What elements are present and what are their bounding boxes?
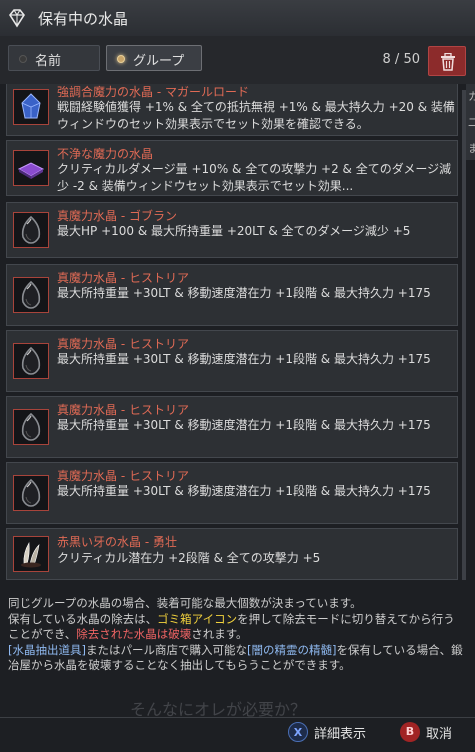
info-warning: 除去された水晶は破壊 bbox=[76, 627, 192, 641]
info-text-part: 保有している水晶の除去は、 bbox=[8, 611, 158, 626]
crystal-slot bbox=[13, 343, 49, 379]
tab-label: グループ bbox=[133, 54, 185, 69]
info-text: 同じグループの水晶の場合、装着可能な最大個数が決まっています。 保有している水晶… bbox=[8, 596, 464, 694]
info-line: 保有している水晶の除去は、ゴミ箱アイコンを押して除去モードに切り替えてから行うこ… bbox=[8, 612, 464, 643]
radio-dot-icon bbox=[117, 55, 125, 63]
cancel-label: 取消 bbox=[426, 727, 453, 742]
dark-crystal-icon bbox=[21, 346, 41, 375]
tab-label: 名前 bbox=[35, 54, 62, 69]
side-panel-edge: カ 二 ま bbox=[466, 84, 475, 160]
side-char: カ bbox=[468, 90, 475, 103]
crystal-list-item[interactable]: 真魔力水晶 - ヒストリア 最大所持重量 +30LT & 移動速度潜在力 +1段階… bbox=[6, 396, 458, 458]
crystal-slot bbox=[13, 475, 49, 511]
crystal-name: 真魔力水晶 - ヒストリア bbox=[57, 337, 189, 351]
crystal-effect: 最大HP +100 & 最大所持重量 +20LT & 全てのダメージ減少 +5 bbox=[57, 224, 411, 238]
sort-by-name-tab[interactable]: 名前 bbox=[8, 45, 100, 71]
info-text-part: されます。 bbox=[191, 627, 248, 641]
x-button-icon: X bbox=[288, 722, 308, 742]
crystal-effect: 最大所持重量 +30LT & 移動速度潜在力 +1段階 & 最大持久力 +175 bbox=[57, 286, 431, 300]
info-item-link: [闇の精霊の精髄] bbox=[246, 642, 337, 657]
crystal-list-item[interactable]: 真魔力水晶 - ヒストリア 最大所持重量 +30LT & 移動速度潜在力 +1段階… bbox=[6, 330, 458, 392]
crystal-name: 真魔力水晶 - ヒストリア bbox=[57, 403, 189, 417]
crystal-list[interactable]: 強調合魔力の水晶 - マガールロード 戦闘経験値獲得 +1% & 全ての抵抗無視 … bbox=[0, 84, 460, 584]
dark-crystal-icon bbox=[21, 280, 41, 309]
trash-icon bbox=[441, 53, 455, 71]
crystal-effect: クリティカルダメージ量 +10% & 全ての攻撃力 +2 & 全てのダメージ減少… bbox=[57, 162, 452, 193]
details-label: 詳細表示 bbox=[314, 727, 367, 742]
crystal-slot bbox=[13, 536, 49, 572]
crystal-name: 強調合魔力の水晶 - マガールロード bbox=[57, 85, 249, 99]
side-char: 二 bbox=[468, 116, 475, 129]
crystal-effect: クリティカル潜在力 +2段階 & 全ての攻撃力 +5 bbox=[57, 551, 321, 565]
crystal-list-item[interactable]: 真魔力水晶 - ヒストリア 最大所持重量 +30LT & 移動速度潜在力 +1段階… bbox=[6, 264, 458, 326]
crystal-name: 真魔力水晶 - ヒストリア bbox=[57, 469, 189, 483]
list-scrollbar[interactable] bbox=[462, 90, 466, 580]
blue-crystal-icon bbox=[21, 93, 41, 119]
crystal-effect: 最大所持重量 +30LT & 移動速度潜在力 +1段階 & 最大持久力 +175 bbox=[57, 352, 431, 366]
info-line: [水晶抽出道具]またはパール商店で購入可能な[闇の精霊の精髄]を保有している場合… bbox=[8, 643, 464, 674]
radio-dot-icon bbox=[19, 55, 27, 63]
crystal-name: 真魔力水晶 - ヒストリア bbox=[57, 271, 189, 285]
dark-crystal-icon bbox=[21, 478, 41, 507]
sort-by-group-tab[interactable]: グループ bbox=[106, 45, 202, 71]
cancel-button[interactable]: B 取消 bbox=[400, 722, 470, 744]
crystal-list-item[interactable]: 不浄な魔力の水晶 クリティカルダメージ量 +10% & 全ての攻撃力 +2 & 全… bbox=[6, 140, 458, 196]
crystal-slot bbox=[13, 409, 49, 445]
crystal-list-item[interactable]: 強調合魔力の水晶 - マガールロード 戦闘経験値獲得 +1% & 全ての抵抗無視 … bbox=[6, 84, 458, 136]
purple-crystal-icon bbox=[17, 162, 45, 179]
window-title: 保有中の水晶 bbox=[38, 10, 129, 28]
info-text-part: またはパール商店で購入可能な bbox=[85, 642, 247, 657]
crystal-effect: 最大所持重量 +30LT & 移動速度潜在力 +1段階 & 最大持久力 +175 bbox=[57, 484, 431, 498]
details-button[interactable]: X 詳細表示 bbox=[288, 722, 380, 744]
info-line: 同じグループの水晶の場合、装着可能な最大個数が決まっています。 bbox=[8, 596, 362, 610]
dark-crystal-icon bbox=[21, 412, 41, 441]
window-header: 保有中の水晶 bbox=[0, 0, 475, 37]
crystal-list-item[interactable]: 赤黒い牙の水晶 - 勇壮クリティカル潜在力 +2段階 & 全ての攻撃力 +5 bbox=[6, 528, 458, 580]
fang-crystal-icon bbox=[21, 542, 41, 568]
crystal-name: 不浄な魔力の水晶 bbox=[57, 147, 154, 161]
crystal-icon bbox=[9, 9, 25, 28]
crystal-list-item[interactable]: 真魔力水晶 - ゴブラン 最大HP +100 & 最大所持重量 +20LT & 全… bbox=[6, 202, 458, 258]
crystal-slot bbox=[13, 150, 49, 186]
dark-crystal-icon bbox=[21, 215, 41, 244]
crystal-list-item[interactable]: 真魔力水晶 - ヒストリア 最大所持重量 +30LT & 移動速度潜在力 +1段階… bbox=[6, 462, 458, 524]
crystal-slot bbox=[13, 277, 49, 313]
crystal-name: 真魔力水晶 - ゴブラン bbox=[57, 209, 177, 223]
crystal-slot bbox=[13, 212, 49, 248]
footer-divider bbox=[0, 717, 475, 718]
b-button-icon: B bbox=[400, 722, 420, 742]
crystal-effect: 戦闘経験値獲得 +1% & 全ての抵抗無視 +1% & 最大持久力 +20 & … bbox=[57, 100, 455, 131]
trash-button[interactable] bbox=[428, 46, 466, 76]
toolbar: 名前 グループ 8 / 50 bbox=[0, 36, 475, 84]
scrollbar-thumb[interactable] bbox=[462, 90, 466, 580]
side-char: ま bbox=[468, 142, 475, 155]
crystal-count: 8 / 50 bbox=[382, 52, 420, 67]
info-item-link: [水晶抽出道具] bbox=[8, 642, 86, 657]
info-highlight: ゴミ箱アイコン bbox=[157, 611, 238, 626]
crystal-name: 赤黒い牙の水晶 - 勇壮 bbox=[57, 535, 177, 549]
crystal-effect: 最大所持重量 +30LT & 移動速度潜在力 +1段階 & 最大持久力 +175 bbox=[57, 418, 431, 432]
crystal-slot bbox=[13, 89, 49, 125]
